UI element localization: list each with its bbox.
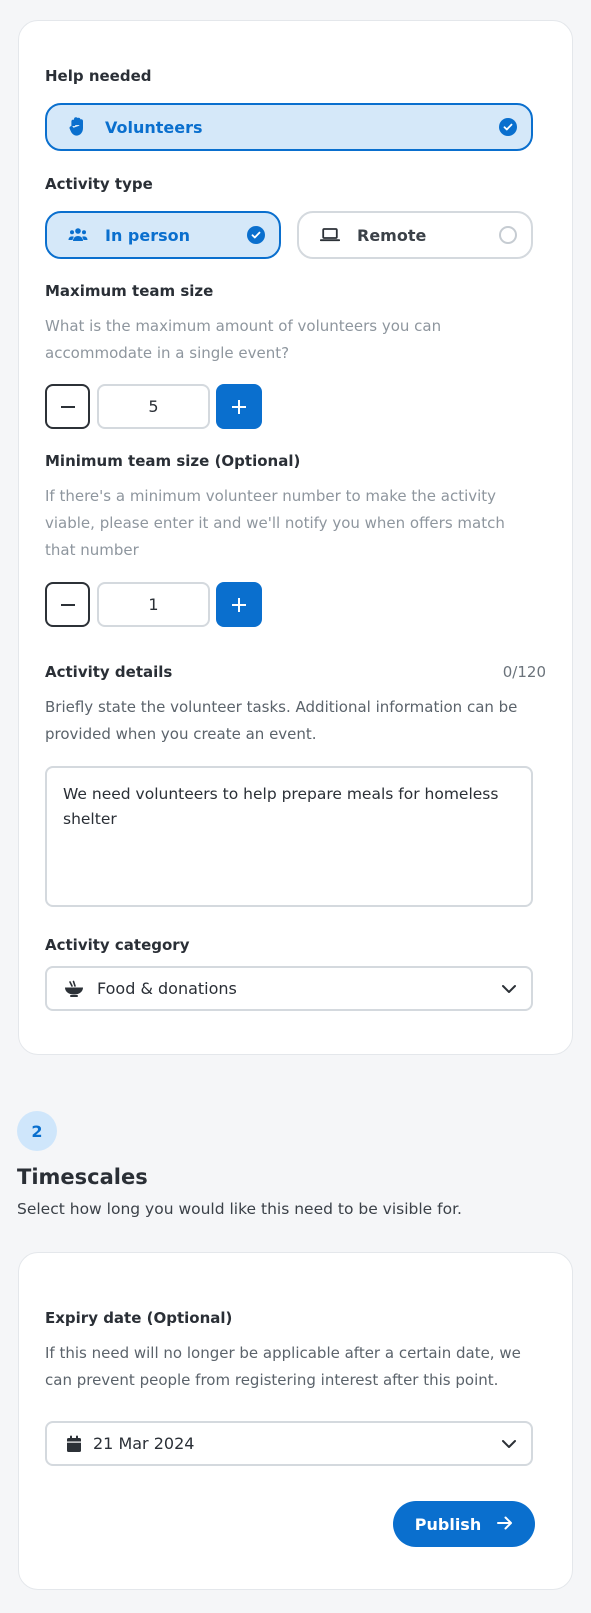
max-team-size-label: Maximum team size (45, 282, 214, 300)
min-team-increment-button[interactable] (216, 582, 262, 627)
help-option-volunteers[interactable]: Volunteers (45, 103, 533, 151)
max-team-size-help: What is the maximum amount of volunteers… (45, 317, 442, 362)
minus-icon (60, 603, 75, 606)
activity-details-textarea[interactable]: We need volunteers to help prepare meals… (45, 766, 533, 907)
radio-empty-icon (499, 226, 517, 244)
check-icon (247, 226, 265, 244)
max-team-decrement-button[interactable] (45, 384, 90, 429)
help-option-label: Volunteers (105, 117, 203, 137)
step-number-badge: 2 (17, 1111, 57, 1151)
activity-type-in-person[interactable]: In person (45, 211, 281, 259)
character-counter: 0/120 (502, 663, 546, 681)
plus-icon (232, 597, 246, 612)
activity-details-help: Briefly state the volunteer tasks. Addit… (45, 698, 518, 743)
need-details-card: Help needed Volunteers Activity type In … (18, 20, 573, 1055)
publish-button[interactable]: Publish (393, 1501, 535, 1547)
activity-category-value: Food & donations (97, 979, 237, 998)
min-team-decrement-button[interactable] (45, 582, 90, 627)
expiry-date-label: Expiry date (Optional) (45, 1309, 233, 1327)
laptop-icon (319, 224, 341, 246)
min-team-size-label: Minimum team size (Optional) (45, 452, 301, 470)
min-team-value-input[interactable]: 1 (97, 582, 210, 627)
help-needed-label: Help needed (45, 67, 152, 85)
activity-category-select[interactable]: Food & donations (45, 966, 533, 1011)
expiry-date-value: 21 Mar 2024 (93, 1434, 195, 1453)
chevron-down-icon (501, 1434, 517, 1453)
timescales-title: Timescales (17, 1165, 148, 1189)
max-team-increment-button[interactable] (216, 384, 262, 429)
expiry-date-help: If this need will no longer be applicabl… (45, 1344, 521, 1389)
activity-type-label: Activity type (45, 175, 153, 193)
in-person-label: In person (105, 225, 191, 245)
publish-label: Publish (414, 1514, 482, 1534)
expiry-date-select[interactable]: 21 Mar 2024 (45, 1421, 533, 1466)
remote-label: Remote (357, 225, 427, 245)
activity-category-label: Activity category (45, 936, 190, 954)
minus-icon (60, 405, 75, 408)
hand-icon (67, 116, 89, 138)
max-team-value-input[interactable]: 5 (97, 384, 210, 429)
min-team-size-help: If there's a minimum volunteer number to… (45, 487, 505, 559)
bowl-icon (63, 978, 85, 1000)
arrow-right-icon (497, 1515, 513, 1534)
activity-details-label: Activity details (45, 663, 173, 681)
chevron-down-icon (501, 979, 517, 998)
activity-type-remote[interactable]: Remote (297, 211, 533, 259)
people-icon (67, 224, 89, 246)
plus-icon (232, 399, 246, 414)
calendar-icon (63, 1433, 85, 1455)
check-icon (499, 118, 517, 136)
timescales-card: Expiry date (Optional) If this need will… (18, 1252, 573, 1590)
timescales-subtitle: Select how long you would like this need… (17, 1200, 462, 1218)
